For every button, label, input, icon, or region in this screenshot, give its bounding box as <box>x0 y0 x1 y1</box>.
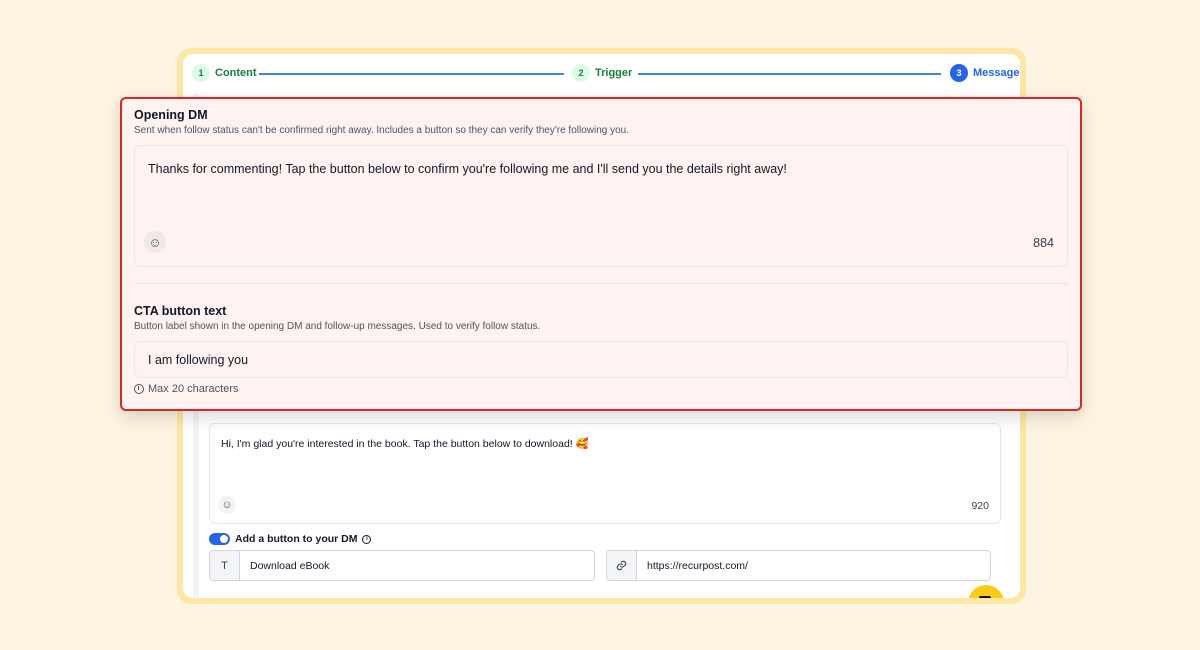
cta-hint: Max 20 characters <box>134 383 238 395</box>
info-icon[interactable]: i <box>362 534 372 544</box>
button-url-value: https://recurpost.com/ <box>647 559 748 572</box>
cta-hint-text: Max 20 characters <box>148 383 239 395</box>
divider <box>134 283 1068 284</box>
step-trigger[interactable]: 2 Trigger <box>572 64 632 82</box>
text-type-icon: T <box>210 551 240 580</box>
message-text: Hi, I'm glad you're interested in the bo… <box>221 438 589 450</box>
step-label: Trigger <box>595 67 633 79</box>
add-button-toggle-row: Add a button to your DM i <box>209 533 372 545</box>
step-content[interactable]: 1 Content <box>192 64 257 82</box>
cta-description: Button label shown in the opening DM and… <box>134 321 541 332</box>
step-number: 3 <box>950 64 968 82</box>
toggle-label: Add a button to your DM <box>235 533 358 545</box>
opening-dm-textarea[interactable]: Thanks for commenting! Tap the button be… <box>134 145 1068 267</box>
stepper: 1 Content 2 Trigger 3 Message <box>183 54 1020 94</box>
char-count: 884 <box>1033 236 1054 250</box>
opening-dm-title: Opening DM <box>134 108 208 122</box>
button-text-value: Download eBook <box>250 559 330 572</box>
add-button-toggle[interactable] <box>209 533 230 545</box>
step-connector <box>259 73 564 75</box>
step-number: 1 <box>192 64 210 82</box>
cta-title: CTA button text <box>134 304 227 318</box>
button-url-field[interactable]: https://recurpost.com/ <box>606 550 991 581</box>
button-text-field[interactable]: T Download eBook <box>209 550 595 581</box>
char-count: 920 <box>971 500 989 512</box>
step-number: 2 <box>572 64 590 82</box>
highlighted-section: Opening DM Sent when follow status can't… <box>120 97 1082 411</box>
opening-dm-description: Sent when follow status can't be confirm… <box>134 125 630 136</box>
emoji-icon[interactable]: ☺ <box>218 496 236 514</box>
cta-input[interactable]: I am following you <box>134 341 1068 378</box>
link-icon <box>607 551 637 580</box>
clock-icon <box>134 384 144 394</box>
opening-dm-message: Thanks for commenting! Tap the button be… <box>148 162 787 176</box>
step-message[interactable]: 3 Message <box>950 64 1019 82</box>
step-label: Content <box>215 67 257 79</box>
message-textarea[interactable]: Hi, I'm glad you're interested in the bo… <box>209 423 1001 524</box>
emoji-icon[interactable]: ☺ <box>144 231 166 253</box>
step-label: Message <box>973 67 1020 79</box>
step-connector <box>638 73 941 75</box>
cta-value: I am following you <box>148 353 249 367</box>
